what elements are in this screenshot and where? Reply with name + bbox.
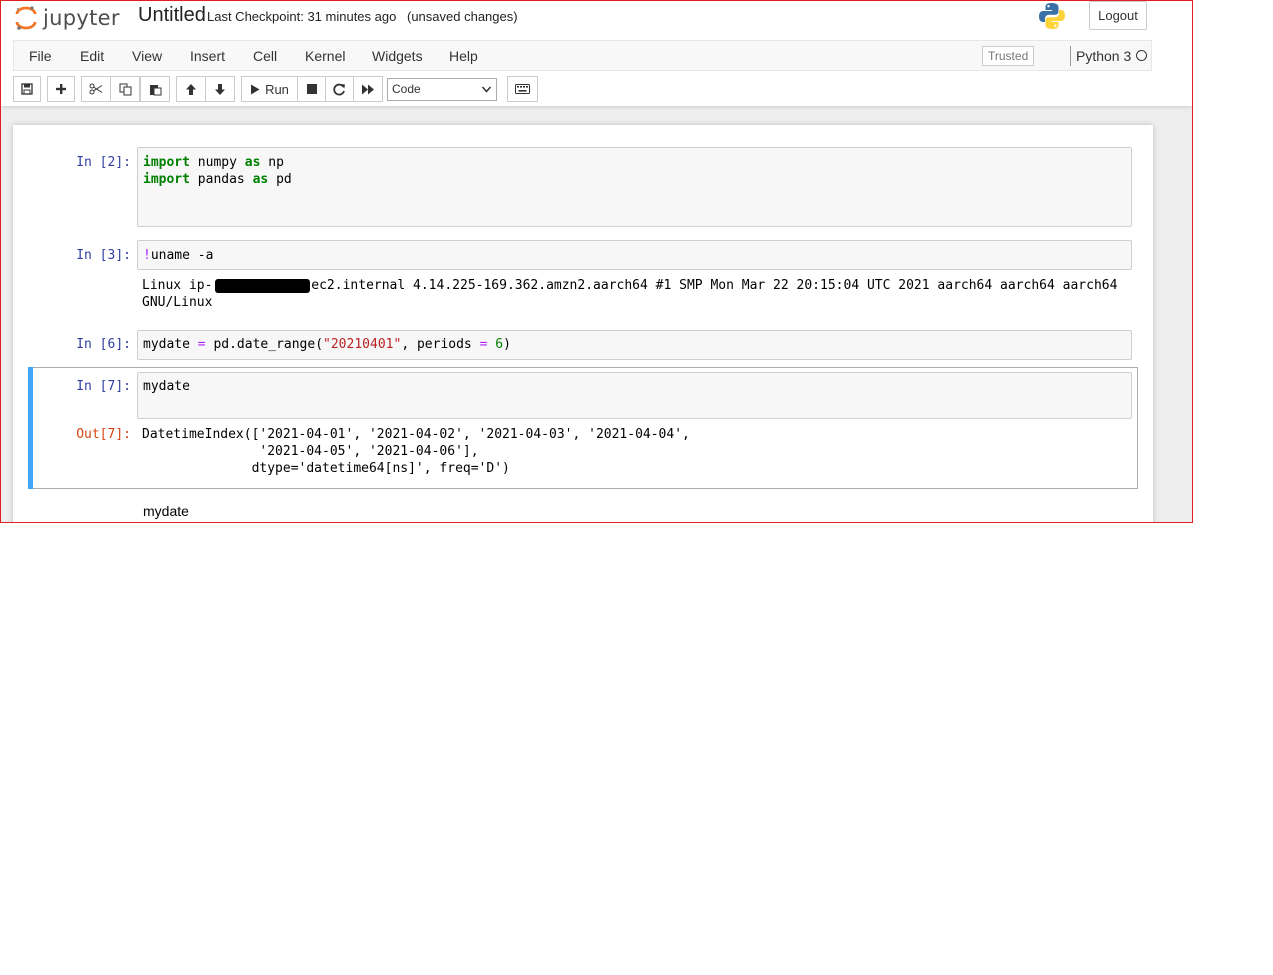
arrow-down-icon: [215, 83, 225, 95]
run-button[interactable]: Run: [241, 76, 298, 102]
trusted-indicator[interactable]: Trusted: [982, 46, 1035, 66]
notebook-title[interactable]: Untitled: [138, 4, 206, 27]
chevron-down-icon: [481, 86, 492, 93]
input-prompt: In [6]:: [76, 337, 131, 352]
menu-help[interactable]: Help: [449, 48, 478, 64]
arrow-up-icon: [186, 83, 196, 95]
code-line: import pandas as pd: [143, 172, 292, 187]
paste-icon: [149, 84, 161, 95]
move-up-button[interactable]: [176, 76, 206, 102]
menu-insert[interactable]: Insert: [190, 48, 225, 64]
input-prompt: In [3]:: [76, 248, 131, 263]
browser-frame: jupyter Untitled Last Checkpoint: 31 min…: [0, 0, 1193, 523]
menu-bar: File Edit View Insert Cell Kernel Widget…: [13, 40, 1152, 71]
code-line: !uname -a: [143, 248, 214, 263]
keyboard-icon: [515, 84, 530, 94]
cell-type-value: Code: [392, 82, 421, 96]
autosave-status: (unsaved changes): [407, 9, 518, 24]
cell-output-line: GNU/Linux: [142, 295, 213, 310]
logo-wordmark: jupyter: [43, 6, 120, 30]
markdown-cell[interactable]: mydate: [143, 503, 189, 519]
restart-run-all-button[interactable]: [353, 76, 383, 102]
stop-icon: [306, 84, 317, 94]
menu-edit[interactable]: Edit: [80, 48, 104, 64]
interrupt-kernel-button[interactable]: [297, 76, 326, 102]
menu-widgets[interactable]: Widgets: [372, 48, 423, 64]
kernel-name[interactable]: Python 3: [1076, 48, 1131, 64]
restart-kernel-button[interactable]: [325, 76, 354, 102]
insert-cell-button[interactable]: [47, 76, 75, 102]
run-label: Run: [265, 81, 289, 97]
code-cell-input[interactable]: import numpy as np import pandas as pd: [137, 147, 1132, 227]
cut-button[interactable]: [81, 76, 111, 102]
command-palette-button[interactable]: [507, 76, 538, 102]
menu-file[interactable]: File: [29, 48, 52, 64]
cell-output-line: DatetimeIndex(['2021-04-01', '2021-04-02…: [142, 427, 690, 442]
logout-button[interactable]: Logout: [1089, 1, 1147, 30]
scissors-icon: [89, 83, 103, 95]
code-line: mydate = pd.date_range("20210401", perio…: [143, 337, 511, 352]
jupyter-logo-icon: [15, 6, 37, 30]
fast-forward-icon: [362, 84, 374, 94]
copy-icon: [119, 83, 131, 95]
notebook-header: jupyter Untitled Last Checkpoint: 31 min…: [1, 1, 1192, 106]
jupyter-logo[interactable]: jupyter: [15, 3, 120, 33]
input-prompt: In [2]:: [76, 155, 131, 170]
cell-output-line: '2021-04-05', '2021-04-06'],: [142, 444, 479, 459]
menu-cell[interactable]: Cell: [253, 48, 277, 64]
copy-button[interactable]: [110, 76, 140, 102]
cell-output-line: dtype='datetime64[ns]', freq='D'): [142, 461, 510, 476]
plus-icon: [56, 84, 66, 94]
output-prompt: Out[7]:: [76, 427, 131, 442]
code-cell-input[interactable]: mydate: [137, 372, 1132, 419]
main-toolbar: Run: [1, 76, 1192, 102]
code-cell-input[interactable]: !uname -a: [137, 240, 1132, 270]
refresh-icon: [333, 83, 345, 95]
kernel-divider: [1070, 46, 1071, 66]
menu-kernel[interactable]: Kernel: [305, 48, 345, 64]
move-down-button[interactable]: [205, 76, 235, 102]
paste-button[interactable]: [140, 76, 170, 102]
python-logo-icon: [1037, 1, 1067, 36]
play-icon: [251, 84, 260, 94]
code-line: mydate: [143, 379, 190, 394]
menu-view[interactable]: View: [132, 48, 162, 64]
cell-type-select[interactable]: Code: [387, 78, 497, 101]
notebook-container: In [2]: import numpy as np import pandas…: [13, 125, 1153, 522]
redaction-mark: [215, 279, 310, 293]
code-line: import numpy as np: [143, 155, 284, 170]
save-button[interactable]: [13, 76, 41, 102]
save-icon: [21, 83, 33, 95]
kernel-idle-icon: [1136, 50, 1147, 61]
code-cell-input[interactable]: mydate = pd.date_range("20210401", perio…: [137, 330, 1132, 360]
checkpoint-status: Last Checkpoint: 31 minutes ago: [207, 9, 397, 24]
input-prompt: In [7]:: [76, 379, 131, 394]
